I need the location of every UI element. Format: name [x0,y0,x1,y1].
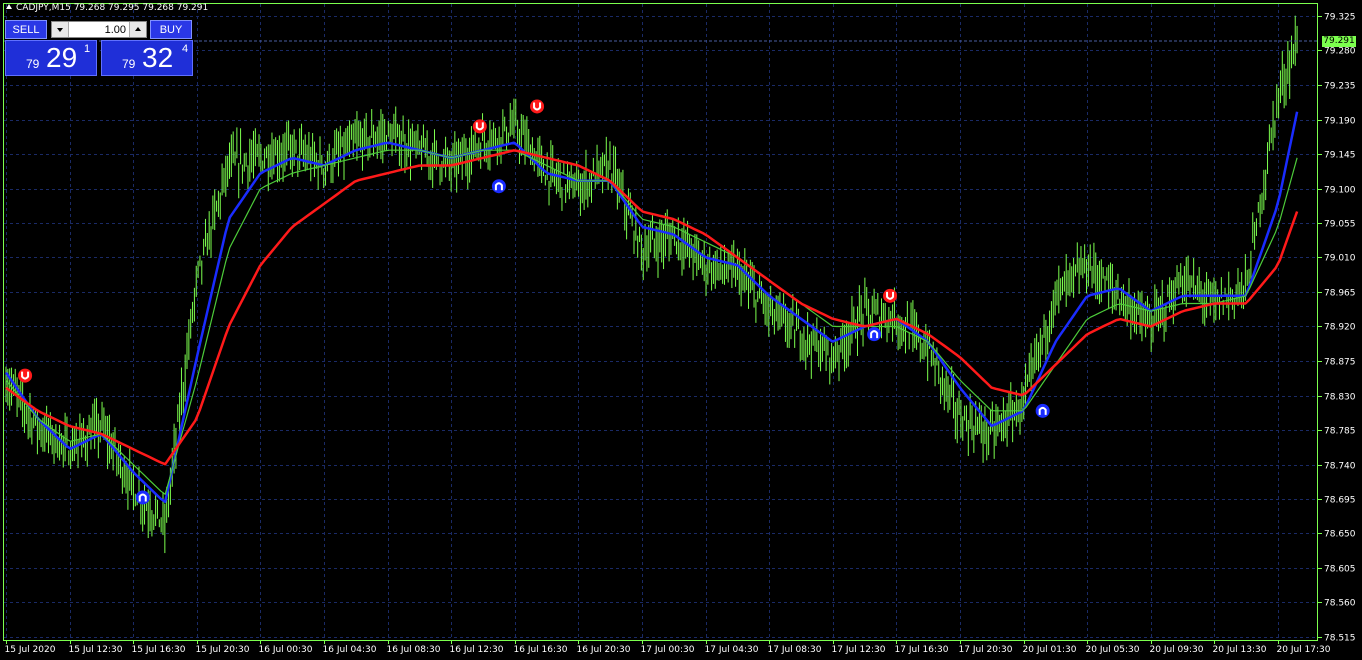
x-tick-label: 17 Jul 08:30 [768,645,822,655]
ask-price-point: 4 [182,43,189,55]
lot-size-input[interactable] [69,22,129,37]
y-tick-label: 78.740 [1324,462,1356,472]
buy-signal-icon [867,327,882,342]
ask-price-big: 32 [142,42,174,73]
buy-signal-icon [491,179,506,194]
y-tick-label: 78.785 [1324,427,1356,437]
x-tick-label: 15 Jul 16:30 [132,645,186,655]
x-tick-label: 17 Jul 12:30 [832,645,886,655]
x-tick-label: 16 Jul 00:30 [259,645,313,655]
y-tick-label: 79.145 [1324,151,1356,161]
x-tick-label: 15 Jul 12:30 [69,645,123,655]
collapse-triangle-icon[interactable] [6,4,12,9]
lot-decrease-icon[interactable] [52,22,69,37]
sell-signal-icon [530,99,545,114]
y-tick-label: 79.100 [1324,186,1356,196]
bid-price-big: 29 [46,42,78,73]
x-tick-label: 15 Jul 20:30 [196,645,250,655]
y-tick-label: 79.325 [1324,13,1356,23]
x-tick-label: 15 Jul 2020 [5,645,56,655]
sell-signal-icon [18,368,33,383]
one-click-trading-panel: SELL BUY 79 29 1 79 32 4 [5,20,193,76]
y-tick-label: 79.055 [1324,220,1356,230]
x-tick-label: 17 Jul 04:30 [705,645,759,655]
y-tick-label: 79.235 [1324,82,1356,92]
y-tick-label: 78.695 [1324,496,1356,506]
y-tick-label: 78.965 [1324,289,1356,299]
x-tick-label: 17 Jul 20:30 [959,645,1013,655]
x-tick-label: 16 Jul 16:30 [514,645,568,655]
ask-price-button[interactable]: 79 32 4 [101,40,193,76]
y-tick-label: 78.605 [1324,565,1356,575]
x-tick-label: 17 Jul 16:30 [895,645,949,655]
x-tick-label: 20 Jul 17:30 [1277,645,1331,655]
sell-signal-icon [472,119,487,134]
lot-increase-icon[interactable] [129,22,146,37]
x-tick-label: 20 Jul 01:30 [1023,645,1077,655]
symbol-info: CADJPY,M15 79.268 79.295 79.268 79.291 [6,3,208,13]
y-tick-label: 78.560 [1324,599,1356,609]
bid-price-prefix: 79 [26,57,40,71]
y-tick-label: 78.875 [1324,358,1356,368]
x-tick-label: 16 Jul 12:30 [450,645,504,655]
x-tick-label: 16 Jul 08:30 [387,645,441,655]
y-tick-label: 78.515 [1324,634,1356,644]
x-tick-label: 16 Jul 04:30 [323,645,377,655]
buy-signal-icon [135,490,150,505]
y-tick-label: 78.830 [1324,393,1356,403]
y-tick-label: 79.190 [1324,117,1356,127]
current-price-tag: 79.291 [1322,36,1356,47]
buy-signal-icon [1035,403,1050,418]
x-tick-label: 20 Jul 09:30 [1150,645,1204,655]
ask-price-prefix: 79 [122,57,136,71]
x-tick-label: 16 Jul 20:30 [577,645,631,655]
bid-price-button[interactable]: 79 29 1 [5,40,97,76]
symbol-info-text: CADJPY,M15 79.268 79.295 79.268 79.291 [16,3,209,13]
y-tick-label: 79.280 [1324,47,1356,57]
lot-size-control [51,21,147,38]
buy-button[interactable]: BUY [150,20,192,39]
y-tick-label: 79.010 [1324,254,1356,264]
price-chart[interactable]: 79.325 79.280 79.235 79.190 79.145 79.100 79.0… [0,0,1362,660]
x-tick-label: 17 Jul 00:30 [641,645,695,655]
y-tick-label: 78.650 [1324,530,1356,540]
bid-price-point: 1 [84,43,91,55]
x-tick-label: 20 Jul 05:30 [1086,645,1140,655]
x-tick-label: 20 Jul 13:30 [1213,645,1267,655]
sell-signal-icon [883,288,898,303]
sell-button[interactable]: SELL [5,20,47,39]
y-tick-label: 78.920 [1324,323,1356,333]
